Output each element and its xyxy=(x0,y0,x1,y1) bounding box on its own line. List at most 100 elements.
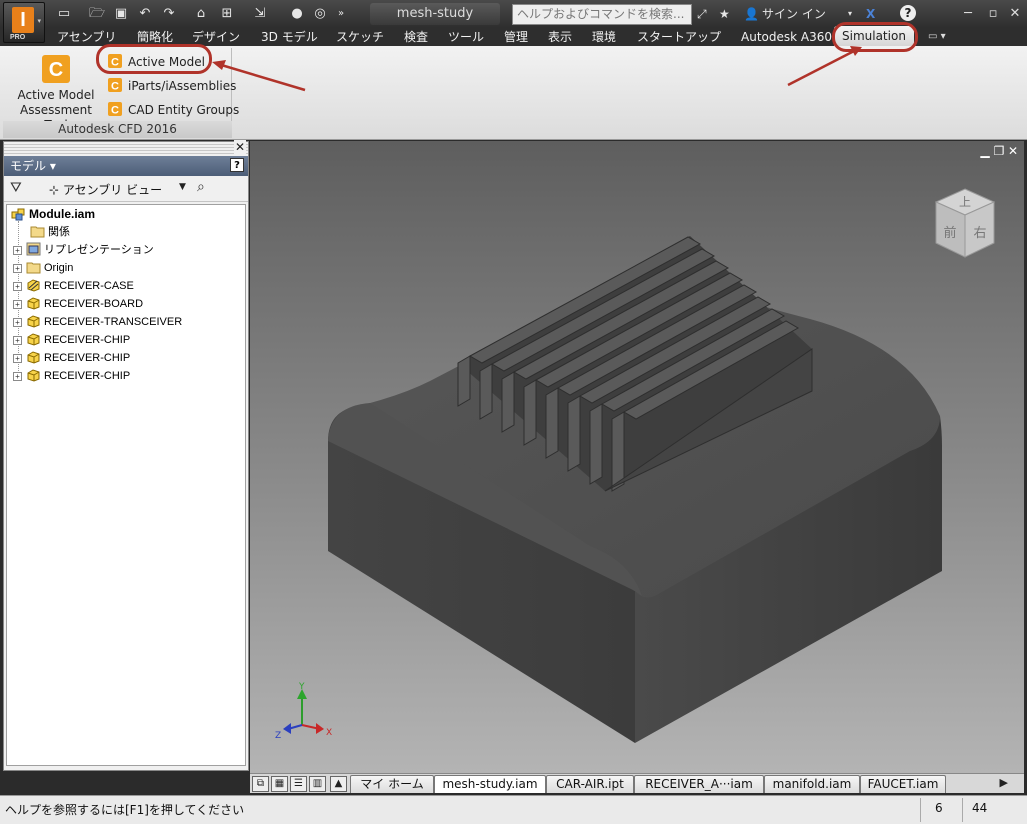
cad-entity-groups-button[interactable]: C CAD Entity Groups xyxy=(107,100,239,120)
tab-environments[interactable]: 環境 xyxy=(592,28,616,46)
viewcube-front-label[interactable]: 前 xyxy=(943,225,956,241)
expand-icon[interactable]: + xyxy=(13,318,22,327)
application-menu-button[interactable]: I PRO ▾ xyxy=(3,2,45,43)
tree-node-relationships[interactable]: 関係 xyxy=(17,223,70,241)
expand-icon[interactable]: + xyxy=(13,246,22,255)
document-tab-bar: ⧉ ▦ ☰ ▥ ▲ マイ ホーム mesh-study.iam CAR-AIR.… xyxy=(250,773,1024,793)
tab-sketch[interactable]: スケッチ xyxy=(336,28,384,46)
view-selector-dropdown-icon[interactable]: ▼ xyxy=(179,182,186,192)
browser-title[interactable]: モデル ▾ xyxy=(10,159,56,173)
doc-tab-mesh-study[interactable]: mesh-study.iam xyxy=(434,775,546,793)
tree-node-label: RECEIVER-CHIP xyxy=(44,334,131,346)
tab-3d-model[interactable]: 3D モデル xyxy=(261,28,318,46)
viewcube[interactable]: 上 前 右 xyxy=(930,185,1000,265)
tree-node-origin[interactable]: + Origin xyxy=(13,259,73,277)
active-model-assessment-tool-button[interactable]: C Active Model Assessment Tool xyxy=(8,52,104,132)
tree-root-node[interactable]: Module.iam xyxy=(11,205,95,223)
tree-node-receiver-chip[interactable]: + RECEIVER-CHIP xyxy=(13,349,130,367)
favorite-star-icon[interactable]: ★ xyxy=(719,5,730,23)
tree-node-receiver-board[interactable]: + RECEIVER-BOARD xyxy=(13,295,143,313)
browser-close-icon[interactable]: ✕ xyxy=(233,140,246,154)
viewcube-top-label[interactable]: 上 xyxy=(959,195,971,209)
tab-view[interactable]: 表示 xyxy=(548,28,572,46)
viewcube-right-label[interactable]: 右 xyxy=(973,226,986,241)
model-browser: ✕ モデル ▾ ? ⛛ ⊹ アセンブリ ビュー ▼ ⌕ Module.iam 関… xyxy=(3,140,249,771)
close-button[interactable]: ✕ xyxy=(1007,6,1023,21)
tree-node-label: Module.iam xyxy=(29,207,96,221)
tree-node-receiver-chip[interactable]: + RECEIVER-CHIP xyxy=(13,367,130,385)
undo-icon[interactable]: ↶ xyxy=(137,5,153,23)
status-divider xyxy=(962,798,963,822)
tab-list-up-icon[interactable]: ▲ xyxy=(330,776,347,792)
graphics-viewport[interactable]: ▁ ❐ ✕ 上 前 右 Y X Z xyxy=(250,141,1024,774)
tree-node-label: 関係 xyxy=(48,226,70,238)
part-icon xyxy=(27,351,40,364)
color-override-icon[interactable]: ● xyxy=(288,5,306,23)
new-file-icon[interactable]: ▭ xyxy=(54,5,74,23)
browser-grip[interactable]: ✕ xyxy=(4,140,248,156)
part-icon xyxy=(27,315,40,328)
binoculars-icon[interactable]: ⤢ xyxy=(697,5,707,23)
tree-node-receiver-chip[interactable]: + RECEIVER-CHIP xyxy=(13,331,130,349)
tile-windows-icon[interactable]: ▦ xyxy=(271,776,288,792)
filter-icon[interactable]: ⛛ xyxy=(10,180,22,196)
doc-tab-manifold[interactable]: manifold.iam xyxy=(764,775,860,793)
assembly-view-icon: ⊹ xyxy=(49,183,63,197)
expand-icon[interactable]: + xyxy=(13,264,22,273)
more-tools-icon[interactable]: » xyxy=(334,5,348,23)
status-count-occurrences: 6 xyxy=(935,801,943,815)
expand-icon[interactable]: + xyxy=(13,336,22,345)
tab-inspect[interactable]: 検査 xyxy=(404,28,428,46)
tree-node-receiver-transceiver[interactable]: + RECEIVER-TRANSCEIVER xyxy=(13,313,182,331)
status-divider xyxy=(920,798,921,822)
view-selector[interactable]: ⊹ アセンブリ ビュー xyxy=(49,181,162,198)
tree-node-label: RECEIVER-BOARD xyxy=(44,298,144,310)
inventor-logo: I xyxy=(12,7,34,33)
tree-node-receiver-case[interactable]: + RECEIVER-CASE xyxy=(13,277,134,295)
expand-icon[interactable]: + xyxy=(13,354,22,363)
simulation-highlight-ellipse xyxy=(832,22,918,52)
cascade-windows-icon[interactable]: ⧉ xyxy=(252,776,269,792)
triad-z-label: Z xyxy=(275,731,281,741)
iparts-iassemblies-button[interactable]: CiParts/iAssemblies xyxy=(107,76,236,96)
representation-icon xyxy=(26,242,41,256)
help-icon[interactable]: ? xyxy=(900,5,916,21)
triad-y-label: Y xyxy=(298,682,305,692)
sign-in-dropdown-icon[interactable]: ▾ xyxy=(848,5,852,23)
ribbon-display-toggle-icon[interactable]: ▭ ▾ xyxy=(928,28,946,46)
model-render[interactable] xyxy=(250,141,1024,774)
vertical-tile-icon[interactable]: ▥ xyxy=(309,776,326,792)
horizontal-tile-icon[interactable]: ☰ xyxy=(290,776,307,792)
tab-autodesk-a360[interactable]: Autodesk A360 xyxy=(741,28,832,46)
expand-icon[interactable]: + xyxy=(13,372,22,381)
doc-tab-receiver-a[interactable]: RECEIVER_A···iam xyxy=(634,775,764,793)
doc-tab-faucet[interactable]: FAUCET.iam xyxy=(860,775,946,793)
redo-icon[interactable]: ↷ xyxy=(161,5,177,23)
save-icon[interactable]: ▣ xyxy=(113,5,129,23)
tabs-scroll-right-icon[interactable]: ▶ xyxy=(1000,776,1008,789)
minimize-button[interactable]: ─ xyxy=(960,6,976,21)
tab-get-started[interactable]: スタートアップ xyxy=(637,28,721,46)
big-tool-label-line1: Active Model xyxy=(17,88,95,102)
maximize-button[interactable]: ▫ xyxy=(985,6,1001,21)
measure-icon[interactable]: ◎ xyxy=(311,5,329,23)
tab-tools[interactable]: ツール xyxy=(448,28,484,46)
document-title: mesh-study xyxy=(370,3,500,25)
select-icon[interactable]: ⇲ xyxy=(251,5,269,23)
sign-in-link[interactable]: サイン イン xyxy=(762,5,826,23)
doc-tab-my-home[interactable]: マイ ホーム xyxy=(350,775,434,793)
tab-manage[interactable]: 管理 xyxy=(504,28,528,46)
expand-icon[interactable]: + xyxy=(13,282,22,291)
open-file-icon[interactable]: 🗁 xyxy=(88,5,106,23)
browser-help-icon[interactable]: ? xyxy=(230,158,244,172)
tree-node-representations[interactable]: + リプレゼンテーション xyxy=(13,241,154,259)
exchange-icon[interactable]: X xyxy=(866,5,875,23)
expand-icon[interactable]: + xyxy=(13,300,22,309)
doc-tab-car-air[interactable]: CAR-AIR.ipt xyxy=(546,775,634,793)
properties-icon[interactable]: ⊞ xyxy=(216,5,238,23)
user-icon: 👤 xyxy=(744,7,759,21)
find-binoculars-icon[interactable]: ⌕ xyxy=(197,179,205,195)
help-search-input[interactable]: ヘルプおよびコマンドを検索... xyxy=(512,4,692,25)
iparts-iassemblies-label: iParts/iAssemblies xyxy=(128,79,237,93)
home-icon[interactable]: ⌂ xyxy=(193,5,209,23)
